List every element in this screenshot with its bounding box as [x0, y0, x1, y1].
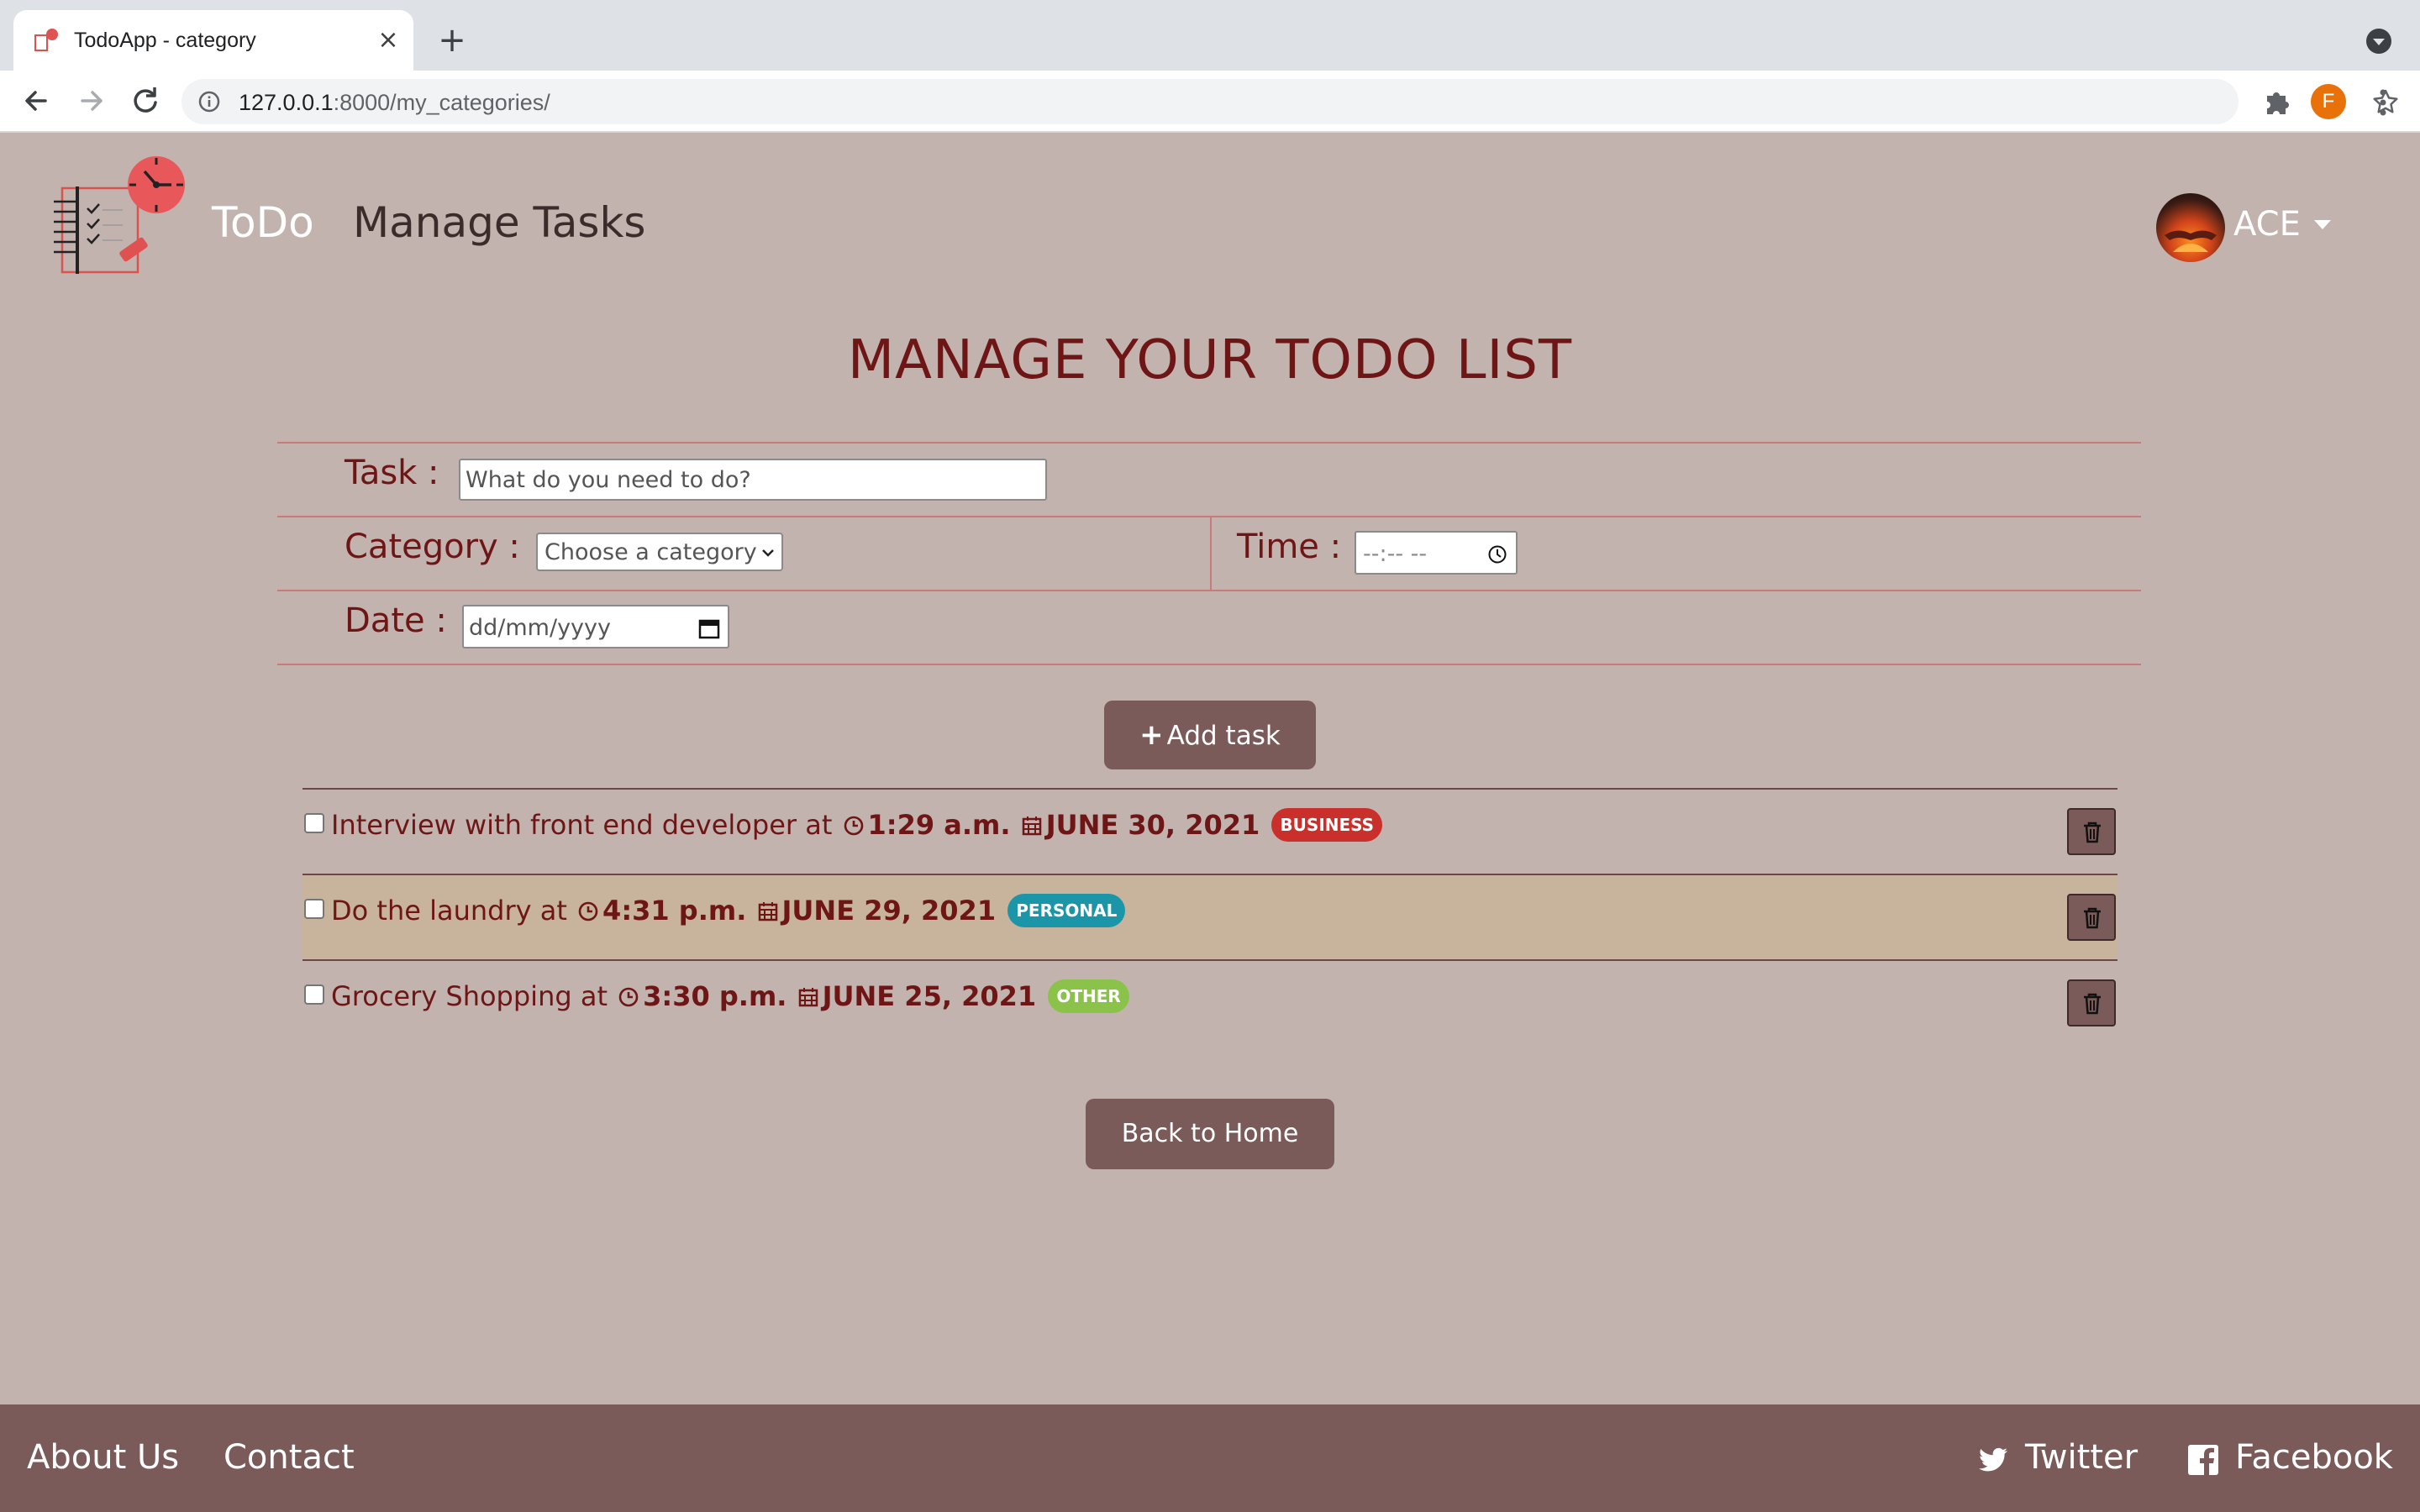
forward-arrow-icon[interactable] — [71, 81, 111, 121]
manage-tasks-link[interactable]: Manage Tasks — [353, 198, 645, 247]
task-item: Do the laundry at 4:31 p.m. JUNE 29, 202… — [302, 874, 2118, 959]
task-label: Task : — [345, 454, 439, 492]
info-icon[interactable] — [198, 91, 220, 113]
category-badge: BUSINESS — [1271, 808, 1383, 842]
task-checkbox[interactable] — [304, 984, 324, 1005]
user-dropdown-caret-icon[interactable] — [2314, 220, 2331, 229]
clock-icon — [844, 816, 863, 836]
time-input[interactable]: --:-- -- — [1355, 531, 1518, 575]
calendar-icon — [758, 902, 777, 921]
app-navbar: ToDo Manage Tasks ACE — [0, 133, 2420, 326]
browser-menu-icon[interactable] — [2371, 86, 2395, 119]
plus-icon: + — [1139, 718, 1164, 752]
user-menu-name[interactable]: ACE — [2233, 205, 2301, 244]
tab-search-icon[interactable] — [2366, 29, 2391, 54]
twitter-icon[interactable] — [1976, 1443, 2010, 1477]
delete-task-button[interactable] — [2067, 894, 2116, 941]
task-time: 4:31 p.m. — [602, 895, 747, 927]
date-label: Date : — [345, 601, 447, 640]
time-label: Time : — [1237, 528, 1342, 566]
task-input[interactable]: What do you need to do? — [459, 459, 1047, 501]
page-title: MANAGE YOUR TODO LIST — [847, 329, 1573, 391]
footer: About Us Contact Twitter Facebook — [0, 1404, 2420, 1512]
date-input[interactable]: dd/mm/yyyy — [462, 605, 729, 648]
close-tab-icon[interactable]: × — [373, 25, 403, 55]
brand-link[interactable]: ToDo — [212, 198, 314, 247]
task-date: JUNE 25, 2021 — [822, 980, 1037, 1012]
task-text: Grocery Shopping at 3:30 p.m. JUNE 25, 2… — [331, 979, 1129, 1013]
category-select-value: Choose a category — [544, 539, 757, 565]
category-time-row: Category : Choose a category Time : --:-… — [277, 516, 2141, 590]
task-item: Interview with front end developer at 1:… — [302, 788, 2118, 874]
new-tab-button[interactable]: + — [435, 24, 469, 57]
address-bar[interactable]: 127.0.0.1:8000/my_categories/ — [182, 79, 2398, 124]
task-date: JUNE 29, 2021 — [781, 895, 997, 927]
user-avatar-image — [2165, 230, 2217, 252]
calendar-icon[interactable] — [697, 617, 721, 640]
calendar-icon — [798, 988, 818, 1007]
task-row: Task : What do you need to do? — [277, 442, 2141, 516]
url-host: 127.0.0.1 — [239, 90, 334, 115]
task-date: JUNE 30, 2021 — [1045, 809, 1260, 841]
twitter-link[interactable]: Twitter — [2025, 1438, 2138, 1477]
profile-avatar[interactable]: F — [2311, 84, 2346, 119]
task-checkbox[interactable] — [304, 813, 324, 833]
about-us-link[interactable]: About Us — [27, 1438, 179, 1477]
time-input-value: --:-- -- — [1363, 541, 1428, 567]
task-text: Do the laundry at 4:31 p.m. JUNE 29, 202… — [331, 894, 1126, 927]
browser-tabstrip: TodoApp - category × + — [0, 0, 2420, 71]
add-task-label: Add task — [1166, 721, 1281, 751]
clock-icon[interactable] — [1487, 544, 1507, 564]
task-title: Do the laundry at — [331, 895, 567, 927]
trash-icon — [2084, 907, 2101, 929]
reload-icon[interactable] — [124, 81, 165, 121]
clock-icon — [618, 987, 639, 1007]
date-row: Date : dd/mm/yyyy — [277, 590, 2141, 665]
delete-task-button[interactable] — [2067, 808, 2116, 855]
extensions-puzzle-icon[interactable] — [2260, 86, 2292, 118]
category-label: Category : — [345, 528, 520, 566]
category-badge: OTHER — [1048, 979, 1129, 1013]
facebook-icon[interactable] — [2186, 1443, 2220, 1477]
trash-icon — [2084, 993, 2101, 1015]
user-avatar[interactable] — [2156, 193, 2225, 262]
category-select[interactable]: Choose a category — [536, 533, 783, 571]
back-to-home-button[interactable]: Back to Home — [1086, 1099, 1334, 1169]
url-text[interactable]: 127.0.0.1:8000/my_categories/ — [239, 90, 550, 116]
browser-toolbar: 127.0.0.1:8000/my_categories/ F — [0, 71, 2420, 133]
chevron-down-icon — [762, 549, 774, 557]
contact-link[interactable]: Contact — [224, 1438, 355, 1477]
clock-icon — [578, 901, 598, 921]
date-input-value: dd/mm/yyyy — [469, 615, 611, 641]
form-column-divider — [1210, 516, 1212, 590]
add-task-button[interactable]: + Add task — [1104, 701, 1316, 769]
task-time: 3:30 p.m. — [643, 980, 787, 1012]
calendar-icon — [1022, 816, 1041, 836]
url-path: :8000/my_categories/ — [333, 90, 550, 115]
task-text: Interview with front end developer at 1:… — [331, 808, 1383, 842]
tab-title: TodoApp - category — [74, 29, 256, 52]
category-badge: PERSONAL — [1007, 894, 1126, 927]
task-title: Grocery Shopping at — [331, 980, 608, 1012]
delete-task-button[interactable] — [2067, 979, 2116, 1026]
browser-tab[interactable]: TodoApp - category × — [13, 10, 413, 71]
trash-icon — [2084, 822, 2101, 843]
task-time: 1:29 a.m. — [867, 809, 1011, 841]
facebook-link[interactable]: Facebook — [2235, 1438, 2393, 1477]
task-checkbox[interactable] — [304, 899, 324, 919]
task-title: Interview with front end developer at — [331, 809, 833, 841]
back-arrow-icon[interactable] — [17, 81, 57, 121]
todo-favicon-icon — [34, 29, 58, 51]
task-item: Grocery Shopping at 3:30 p.m. JUNE 25, 2… — [302, 959, 2118, 1045]
todo-logo-icon[interactable] — [47, 151, 190, 282]
